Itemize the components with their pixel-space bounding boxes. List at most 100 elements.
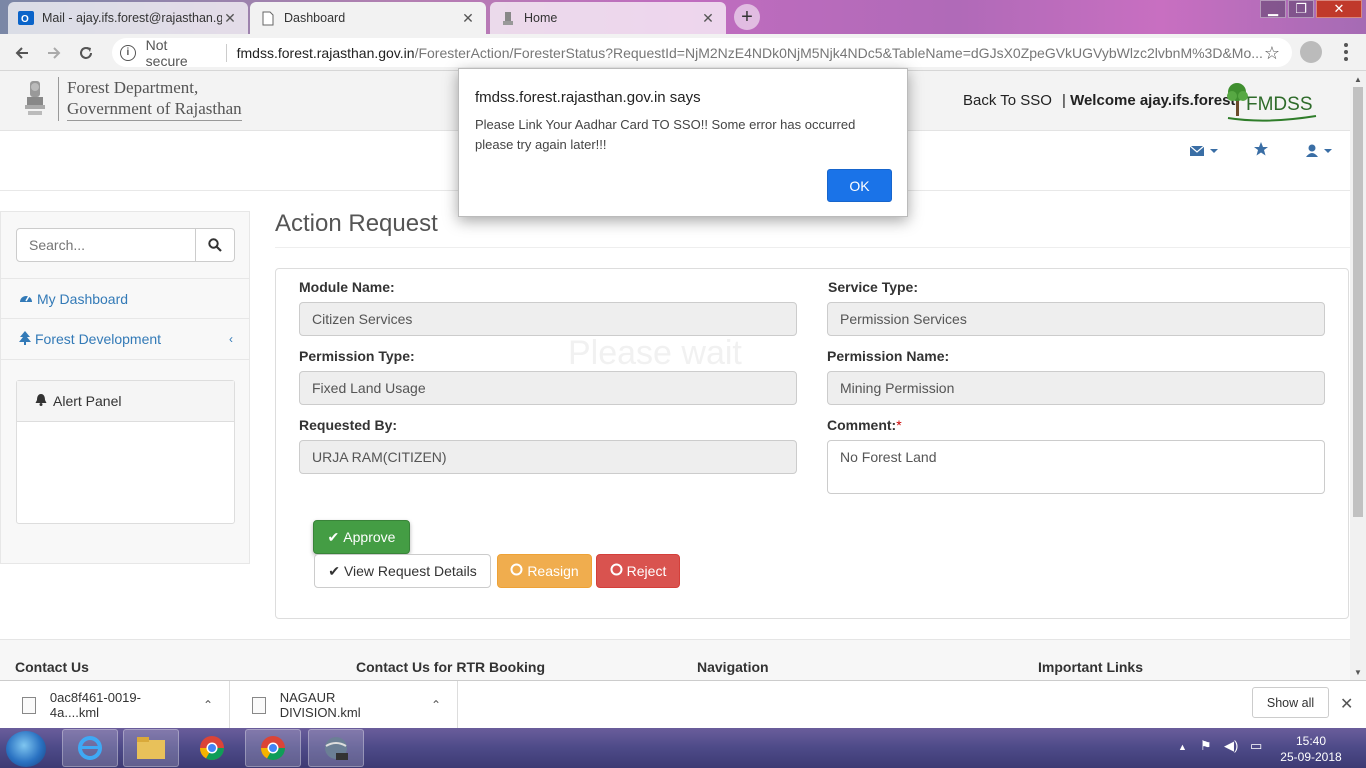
- file-explorer-icon[interactable]: [123, 729, 179, 767]
- reasign-label: Reasign: [527, 563, 579, 579]
- title-divider: [275, 247, 1350, 248]
- view-request-details-button[interactable]: ✔ View Request Details: [314, 554, 491, 588]
- check-icon: ✔: [328, 562, 340, 579]
- maximize-button[interactable]: ❐: [1288, 0, 1314, 18]
- url-path: /ForesterAction/ForesterStatus?RequestId…: [414, 44, 1263, 61]
- comment-label-text: Comment:: [827, 417, 897, 433]
- network-icon[interactable]: ▭: [1250, 738, 1262, 754]
- comment-textarea[interactable]: No Forest Land: [827, 440, 1325, 494]
- approve-button[interactable]: ✔ Approve: [313, 520, 410, 554]
- permission-type-label: Permission Type:: [299, 348, 415, 364]
- back-to-sso-link[interactable]: Back To SSO: [963, 92, 1052, 109]
- alert-panel: Alert Panel: [16, 380, 235, 524]
- download-item[interactable]: 0ac8f461-0019-4a....kml ⌃: [0, 681, 230, 729]
- close-icon[interactable]: ✕: [460, 10, 476, 27]
- browser-tabstrip: O Mail - ajay.ifs.forest@rajasthan.gov.i…: [0, 0, 1366, 34]
- internet-explorer-icon[interactable]: [62, 729, 118, 767]
- page-title: Action Request: [275, 210, 438, 237]
- alert-panel-header: Alert Panel: [17, 381, 234, 422]
- new-tab-button[interactable]: +: [734, 4, 760, 30]
- brand-line-1: Forest Department,: [67, 78, 199, 97]
- info-icon[interactable]: i: [120, 44, 136, 61]
- fmdss-logo[interactable]: FMDSS: [1226, 80, 1318, 122]
- google-earth-pro-icon[interactable]: [308, 729, 364, 767]
- sidebar-search: [16, 228, 235, 262]
- dialog-message: Please Link Your Aadhar Card TO SSO!! So…: [475, 117, 856, 152]
- welcome-user: Welcome ajay.ifs.forest: [1070, 92, 1236, 109]
- tray-chevron-up-icon[interactable]: ▲: [1178, 742, 1187, 752]
- reload-icon[interactable]: [74, 41, 98, 65]
- site-footer: Contact Us Contact Us for RTR Booking Na…: [0, 639, 1350, 680]
- sidebar-item-forest-development[interactable]: Forest Development ‹: [1, 319, 249, 360]
- search-input[interactable]: [16, 228, 196, 262]
- department-brand: Forest Department, Government of Rajasth…: [58, 77, 242, 121]
- chrome-icon[interactable]: [184, 729, 240, 767]
- star-icon[interactable]: [1254, 142, 1268, 159]
- emblem-icon: [500, 10, 516, 26]
- dialog-ok-button[interactable]: OK: [827, 169, 892, 202]
- close-icon[interactable]: ✕: [1340, 694, 1353, 714]
- chevron-up-icon[interactable]: ⌃: [203, 698, 213, 712]
- scroll-thumb[interactable]: [1353, 87, 1363, 517]
- close-icon[interactable]: ✕: [222, 10, 238, 27]
- view-details-label: View Request Details: [343, 563, 477, 579]
- tab-dashboard[interactable]: Dashboard ✕: [250, 2, 486, 34]
- permission-type-field: Fixed Land Usage: [299, 371, 797, 405]
- tree-icon: [19, 330, 31, 348]
- sidebar-item-label: Forest Development: [35, 331, 162, 347]
- browser-menu-icon[interactable]: [1338, 41, 1354, 63]
- page-scrollbar[interactable]: ▲ ▼: [1350, 71, 1366, 680]
- system-clock[interactable]: 15:40 25-09-2018: [1276, 733, 1346, 765]
- sidebar-item-label: My Dashboard: [37, 290, 129, 307]
- download-filename: 0ac8f461-0019-4a....kml: [49, 690, 141, 720]
- approve-label: Approve: [343, 529, 396, 545]
- dashboard-icon: [19, 291, 33, 306]
- address-bar[interactable]: i Not secure fmdss.forest.rajasthan.gov.…: [112, 36, 1292, 69]
- volume-icon[interactable]: ◀): [1224, 738, 1238, 754]
- footer-heading-rtr: Contact Us for RTR Booking: [356, 659, 545, 675]
- reasign-button[interactable]: Reasign: [497, 554, 592, 588]
- tab-mail[interactable]: O Mail - ajay.ifs.forest@rajasthan.gov.i…: [8, 2, 248, 34]
- file-icon: [22, 696, 36, 714]
- chrome-active-icon[interactable]: [245, 729, 301, 767]
- tab-home[interactable]: Home ✕: [490, 2, 726, 34]
- download-filename: NAGAUR DIVISION.kml: [279, 690, 361, 720]
- window-close-button[interactable]: ✕: [1316, 0, 1362, 18]
- scroll-down-icon[interactable]: ▼: [1350, 664, 1366, 680]
- alert-panel-title: Alert Panel: [53, 393, 122, 409]
- outlook-icon: O: [18, 10, 34, 26]
- close-icon[interactable]: ✕: [700, 10, 716, 27]
- flag-icon[interactable]: ⚑: [1200, 738, 1212, 754]
- download-shelf: 0ac8f461-0019-4a....kml ⌃ NAGAUR DIVISIO…: [0, 680, 1366, 729]
- sidebar-item-my-dashboard[interactable]: My Dashboard: [1, 278, 249, 319]
- download-item[interactable]: NAGAUR DIVISION.kml ⌃: [230, 681, 458, 729]
- windows-start-icon[interactable]: [6, 731, 46, 767]
- security-label: Not secure: [145, 36, 188, 69]
- state-emblem-icon: [25, 81, 45, 115]
- bell-icon: [35, 393, 47, 409]
- envelope-dropdown-icon[interactable]: [1189, 144, 1220, 161]
- chevron-up-icon[interactable]: ⌃: [431, 698, 441, 712]
- dialog-title: fmdss.forest.rajasthan.gov.in says: [475, 89, 701, 106]
- permission-name-field: Mining Permission: [827, 371, 1325, 405]
- reject-button[interactable]: Reject: [596, 554, 680, 588]
- minimize-button[interactable]: ▁: [1260, 0, 1286, 18]
- chevron-left-icon[interactable]: ‹: [229, 332, 233, 346]
- scroll-up-icon[interactable]: ▲: [1350, 71, 1366, 87]
- service-type-field: Permission Services: [827, 302, 1325, 336]
- back-arrow-icon[interactable]: [10, 41, 34, 65]
- requested-by-label: Requested By:: [299, 417, 398, 433]
- profile-avatar-icon[interactable]: [1300, 41, 1322, 63]
- sidebar: My Dashboard Forest Development ‹ Alert …: [0, 211, 250, 564]
- bookmark-star-icon[interactable]: ☆: [1264, 43, 1280, 64]
- footer-heading-links: Important Links: [1038, 659, 1144, 675]
- forward-arrow-icon[interactable]: [42, 41, 66, 65]
- user-dropdown-icon[interactable]: [1306, 144, 1336, 161]
- search-button[interactable]: [196, 228, 235, 262]
- welcome-text: | Welcome ajay.ifs.forest: [1062, 92, 1235, 109]
- comment-label: Comment:*: [827, 417, 902, 433]
- refresh-icon: [610, 563, 623, 579]
- tab-title: Dashboard: [284, 11, 346, 25]
- search-icon: [208, 238, 222, 252]
- show-all-downloads-button[interactable]: Show all: [1252, 687, 1329, 718]
